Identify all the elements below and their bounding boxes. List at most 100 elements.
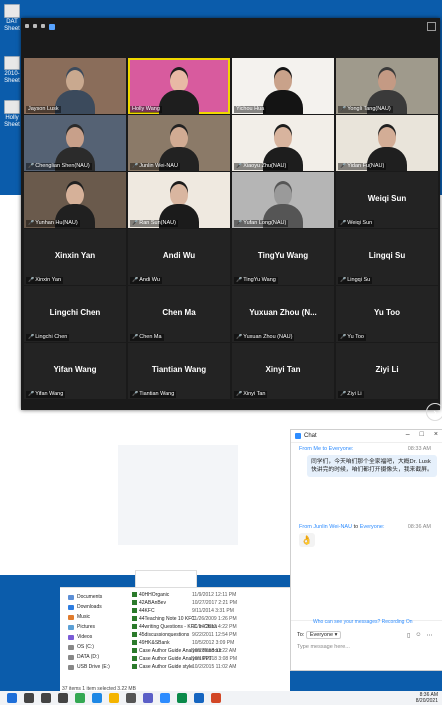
file-row[interactable]: Case Author Guide style 10/2/2015 11:02 A… [132, 664, 292, 670]
message-input[interactable]: Type message here... [297, 644, 350, 650]
next-page-button[interactable]: › [426, 403, 442, 421]
participant-tile[interactable]: Tiantian Wang 🎤Tiantian Wang [128, 343, 230, 399]
menu-icon[interactable] [33, 24, 37, 28]
nav-item[interactable]: Documents [68, 594, 102, 600]
muted-mic-icon: 🎤 [236, 277, 243, 283]
nav-item[interactable]: Pictures [68, 624, 95, 630]
participant-tile[interactable]: 🎤Chenglian Shen(NAU) [24, 115, 126, 171]
file-row[interactable]: 45discussionquestions 9/22/2011 12:54 PM [132, 632, 292, 638]
participant-display-name: Xinxin Yan [54, 251, 96, 260]
participant-tile[interactable]: 🎤Yongli Tang(NAU) [336, 58, 438, 114]
file-row[interactable]: 44Teaching Note 10 KFC 11/26/2009 1:26 PM [132, 616, 292, 622]
edge-icon[interactable] [92, 693, 102, 703]
file-icon [132, 664, 137, 670]
desktop-icon[interactable]: Holly Sheet [4, 100, 20, 129]
system-clock[interactable]: 8:36 AM 8/20/2021 [416, 692, 438, 704]
nav-item[interactable]: USB Drive (E:) [68, 664, 110, 670]
participant-name-label: 🎤Ran Sun(NAU) [130, 220, 178, 227]
participant-tile[interactable]: 🎤Yufan Long(NAU) [232, 172, 334, 228]
minimize-button[interactable]: – [406, 431, 410, 438]
menu-icon[interactable] [25, 24, 29, 28]
chrome-icon[interactable] [75, 693, 85, 703]
participant-tile[interactable]: Yu Too 🎤Yu Too [336, 286, 438, 342]
muted-mic-icon: 🎤 [28, 163, 35, 169]
recipient-dropdown[interactable]: Everyone ▾ [305, 631, 342, 639]
menu-icon[interactable] [41, 24, 45, 28]
participant-video [263, 70, 303, 114]
participant-tile[interactable]: Yichou Hua [232, 58, 334, 114]
file-icon [132, 624, 137, 630]
participant-tile[interactable]: Weiqi Sun 🎤Weiqi Sun [336, 172, 438, 228]
search-icon[interactable] [24, 693, 34, 703]
maximize-button[interactable]: □ [420, 431, 424, 438]
participant-name-label: 🎤TingYu Wang [234, 277, 278, 284]
participant-display-name: Yifan Wang [53, 365, 97, 374]
participant-display-name: Weiqi Sun [367, 194, 407, 203]
nav-item[interactable]: Music [68, 614, 90, 620]
maps-icon[interactable] [177, 693, 187, 703]
participant-name-label: 🎤Xiaoyu Zhu(NAU) [234, 163, 289, 170]
participant-name-label: Jayson Lusk [26, 106, 61, 113]
nav-item[interactable]: Videos [68, 634, 92, 640]
close-button[interactable]: × [434, 431, 438, 438]
participant-tile[interactable]: Xinyi Tan 🎤Xinyi Tan [232, 343, 334, 399]
powerpoint-icon[interactable] [211, 693, 221, 703]
emoji-icon[interactable]: ☺ [415, 632, 421, 639]
task-view-icon[interactable] [58, 693, 68, 703]
file-icon [132, 632, 137, 638]
participant-tile[interactable]: Holly Wang [128, 58, 230, 114]
participant-name-label: 🎤Yufan Long(NAU) [234, 220, 289, 227]
participant-name-label: 🎤Yifan Wang [26, 391, 66, 398]
muted-mic-icon: 🎤 [340, 106, 347, 112]
gallery-view-icon[interactable] [49, 24, 55, 30]
participant-tile[interactable]: 🎤Ran Sun(NAU) [128, 172, 230, 228]
nav-item[interactable]: DATA (D:) [68, 654, 99, 660]
participant-tile[interactable]: Yuxuan Zhou (N... 🎤Yuxuan Zhou (NAU) [232, 286, 334, 342]
outlook-icon[interactable] [194, 693, 204, 703]
muted-mic-icon: 🎤 [340, 220, 347, 226]
desktop-icon[interactable]: DAT Sheet [4, 4, 20, 33]
nav-item[interactable]: Downloads [68, 604, 102, 610]
gallery-toolbar [21, 18, 440, 38]
desktop-icon[interactable]: 2010-Sheet [4, 56, 20, 85]
message-visibility-link[interactable]: Who can see your messages? Recording On [313, 619, 413, 625]
teams-icon[interactable] [143, 693, 153, 703]
participant-tile[interactable]: 🎤Yidan Fu(NAU) [336, 115, 438, 171]
muted-mic-icon: 🎤 [236, 220, 243, 226]
nav-item[interactable]: OS (C:) [68, 644, 94, 650]
file-row[interactable]: Case Author Guide Analysis PPT 10/10/2018… [132, 656, 292, 662]
file-row[interactable]: 44KFC 9/11/2014 3:31 PM [132, 608, 292, 614]
store-icon[interactable] [126, 693, 136, 703]
file-row[interactable]: 49HK&SBank 10/5/2012 3:09 PM [132, 640, 292, 646]
fullscreen-icon[interactable] [427, 22, 436, 31]
participant-display-name: Xinyi Tan [265, 365, 301, 374]
participant-tile[interactable]: Lingchi Chen 🎤Lingchi Chen [24, 286, 126, 342]
chat-message: From Me to Everyone: 08:33 AM 同学们，今天咱们那个… [299, 446, 437, 477]
file-row[interactable]: 42ABAnBev 10/27/2017 2:21 PM [132, 600, 292, 606]
zoom-icon[interactable] [160, 693, 170, 703]
participant-tile[interactable]: 🎤Xiaoyu Zhu(NAU) [232, 115, 334, 171]
participant-tile[interactable]: 🎤Junlin Wei-NAU [128, 115, 230, 171]
file-icon [132, 608, 137, 614]
participant-tile[interactable]: Yifan Wang 🎤Yifan Wang [24, 343, 126, 399]
chat-title: Chat [304, 433, 317, 439]
participant-tile[interactable]: Jayson Lusk [24, 58, 126, 114]
participant-name-label: 🎤Chenglian Shen(NAU) [26, 163, 92, 170]
participant-tile[interactable]: Ziyi Li 🎤Ziyi Li [336, 343, 438, 399]
participant-tile[interactable]: Xinxin Yan 🎤Xinxin Yan [24, 229, 126, 285]
cortana-icon[interactable] [41, 693, 51, 703]
participant-display-name: Lingchi Chen [49, 308, 101, 317]
participant-tile[interactable]: Andi Wu 🎤Andi Wu [128, 229, 230, 285]
participant-tile[interactable]: TingYu Wang 🎤TingYu Wang [232, 229, 334, 285]
windows-icon[interactable] [7, 693, 17, 703]
participant-tile[interactable]: Chen Ma 🎤Chen Ma [128, 286, 230, 342]
file-icon[interactable]: ▯ [407, 632, 410, 639]
file-row[interactable]: Case Author Guide Analysis Handout 10/2/2… [132, 648, 292, 654]
more-icon[interactable]: ⋯ [426, 632, 432, 639]
participant-tile[interactable]: Lingqi Su 🎤Lingqi Su [336, 229, 438, 285]
explorer-icon[interactable] [109, 693, 119, 703]
participant-tile[interactable]: 🎤Yunhan Hu(NAU) [24, 172, 126, 228]
participant-name-label: 🎤Lingchi Chen [26, 334, 70, 341]
file-row[interactable]: 40HHOrganic 11/9/2012 12:11 PM [132, 592, 292, 598]
file-row[interactable]: 44writing Questions - KFC in China 11/14/… [132, 624, 292, 630]
